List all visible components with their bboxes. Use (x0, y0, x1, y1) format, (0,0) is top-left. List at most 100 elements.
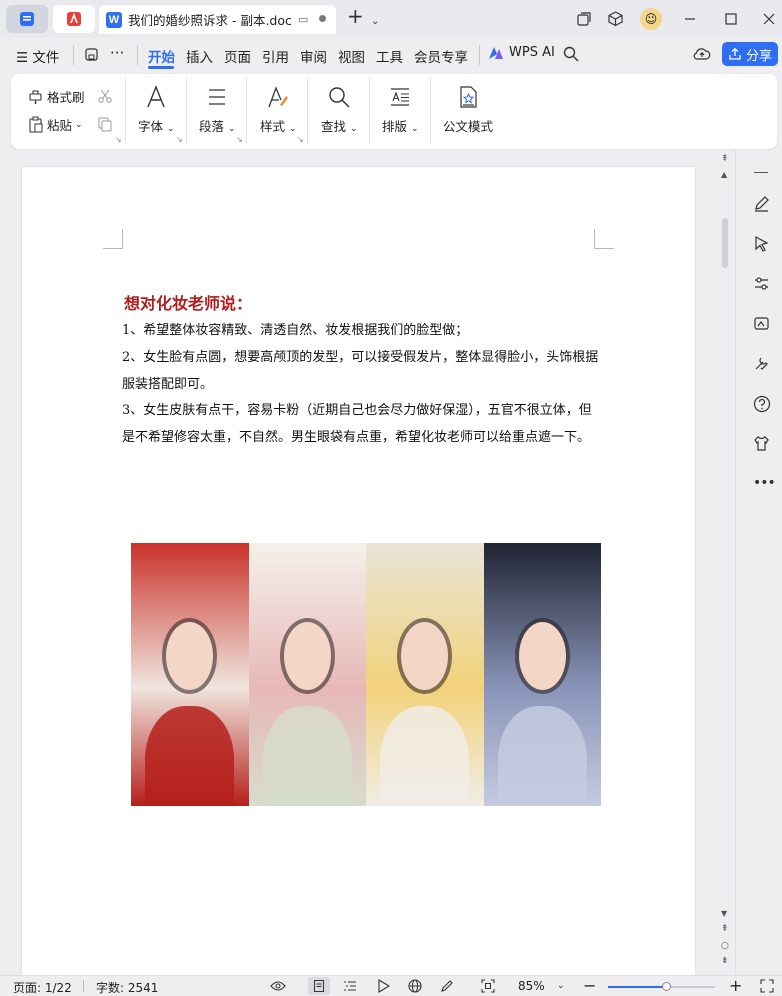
styles-dialog-icon[interactable]: ↘ (297, 135, 304, 144)
chevron-down-icon: ⌄ (289, 124, 297, 134)
cloud-upload-icon[interactable] (693, 45, 711, 63)
next-page-icon[interactable]: ⇟ (721, 956, 729, 966)
paste-label: 粘贴 (47, 118, 73, 133)
collapse-icon[interactable]: ⇞ (721, 154, 729, 164)
document-tab[interactable]: W 我们的婚纱照诉求 - 副本.doc ▭ (99, 5, 336, 34)
unsaved-dot-icon[interactable] (319, 15, 326, 22)
share-button[interactable]: 分享 (722, 42, 778, 66)
page-view-icon (314, 980, 324, 992)
styles-button[interactable]: 样式 ⌄ (260, 82, 297, 135)
zoom-slider-fill (608, 986, 667, 988)
vertical-scrollbar[interactable]: ⇞ ▲ ▼ ⇞ ○ ⇟ (717, 150, 735, 975)
avatar[interactable]: ☺ (640, 8, 662, 30)
pdf-app-button[interactable] (53, 5, 95, 33)
zoom-slider-thumb[interactable] (661, 982, 671, 991)
previous-page-icon[interactable]: ⇞ (721, 924, 729, 934)
pen-icon[interactable] (753, 195, 770, 212)
page-view-button[interactable] (308, 977, 330, 995)
layout-button[interactable]: 排版 ⌄ (382, 82, 419, 135)
zoom-level[interactable]: 85% (518, 979, 545, 993)
font-icon (147, 85, 165, 108)
rail-divider (754, 172, 768, 173)
fullscreen-icon[interactable] (760, 979, 774, 993)
tools-icon[interactable] (753, 355, 770, 372)
format-painter-button[interactable]: 格式刷 (28, 87, 85, 106)
restore-icon[interactable] (576, 11, 592, 27)
tab-home[interactable]: 开始 (148, 46, 175, 66)
paragraph-dialog-icon[interactable]: ↘ (236, 135, 243, 144)
wps-writer-icon: W (106, 11, 122, 28)
cube-icon[interactable] (607, 10, 624, 27)
pdf-icon (67, 12, 81, 26)
annotate-pen-icon[interactable] (440, 979, 454, 993)
more-tools-icon[interactable]: ••• (753, 475, 776, 491)
document-page[interactable]: 想对化妆老师说： 1、希望整体妆容精致、清透自然、妆发根据我们的脸型做； 2、女… (22, 167, 695, 975)
share-label: 分享 (745, 48, 772, 64)
more-icon[interactable]: ··· (110, 44, 124, 62)
photo-white-hat (248, 543, 366, 806)
wedding-photo-collage[interactable] (131, 543, 601, 806)
zoom-slider[interactable] (608, 982, 715, 991)
cut-icon[interactable] (97, 88, 113, 104)
select-cursor-icon[interactable] (753, 235, 770, 252)
menu-divider (73, 45, 74, 65)
font-button[interactable]: 字体 ⌄ (138, 82, 175, 135)
portrait-figure (518, 621, 566, 691)
wps-ai-button[interactable]: WPS AI (488, 45, 555, 60)
chevron-down-icon: ⌄ (411, 124, 419, 134)
eye-icon[interactable] (270, 980, 286, 992)
margin-marker (594, 229, 614, 249)
tab-page[interactable]: 页面 (224, 46, 251, 66)
font-dialog-icon[interactable]: ↘ (176, 135, 183, 144)
close-icon[interactable] (762, 12, 776, 26)
find-button[interactable]: 查找 ⌄ (321, 82, 358, 135)
page-count[interactable]: 页面: 1/22 (13, 979, 72, 996)
zoom-out-icon[interactable]: − (583, 976, 596, 995)
tab-review[interactable]: 审阅 (300, 46, 327, 66)
paragraph-button[interactable]: 段落 ⌄ (199, 82, 236, 135)
tab-member[interactable]: 会员专享 (414, 46, 468, 66)
scroll-down-icon[interactable]: ▼ (721, 909, 727, 918)
portrait-figure (401, 621, 449, 691)
menu-divider (137, 45, 138, 65)
copy-icon[interactable] (97, 116, 113, 132)
paste-button[interactable]: 粘贴 ⌄ (28, 115, 83, 134)
scroll-up-icon[interactable]: ▲ (721, 170, 727, 179)
ribbon-divider (125, 78, 126, 144)
zoom-in-icon[interactable]: + (729, 976, 742, 995)
chevron-down-icon[interactable]: ⌄ (371, 12, 379, 32)
search-icon[interactable] (563, 46, 579, 62)
home-button[interactable] (6, 5, 48, 33)
file-menu[interactable]: ☰ 文件 (16, 46, 59, 66)
save-icon[interactable] (84, 47, 99, 62)
select-browse-icon[interactable]: ○ (721, 941, 729, 951)
tab-view[interactable]: 视图 (338, 46, 365, 66)
help-icon[interactable] (753, 395, 771, 413)
image-edit-icon[interactable] (753, 315, 770, 332)
ribbon-divider (430, 78, 431, 144)
official-document-icon (460, 86, 477, 108)
fit-page-icon[interactable] (481, 979, 495, 993)
word-count[interactable]: 字数: 2541 (96, 979, 158, 996)
chevron-down-icon[interactable]: ⌄ (557, 981, 565, 991)
new-tab-icon[interactable]: + (347, 6, 364, 26)
outline-view-icon[interactable] (343, 980, 357, 992)
sliders-icon[interactable] (753, 275, 770, 292)
ribbon-divider (186, 78, 187, 144)
tab-tools[interactable]: 工具 (376, 46, 403, 66)
tab-references[interactable]: 引用 (262, 46, 289, 66)
shirt-icon[interactable] (753, 435, 770, 452)
web-view-icon[interactable] (408, 979, 422, 993)
scrollbar-thumb[interactable] (722, 218, 728, 268)
paragraph-icon (209, 89, 226, 105)
official-mode-button[interactable]: 公文模式 (443, 82, 493, 135)
play-icon[interactable] (377, 979, 390, 993)
chevron-down-icon: ⌄ (228, 124, 236, 134)
tab-insert[interactable]: 插入 (186, 46, 213, 66)
maximize-icon[interactable] (724, 12, 738, 26)
layout-icon (391, 88, 410, 106)
find-label: 查找 (321, 119, 347, 134)
minimize-icon[interactable] (683, 12, 697, 26)
clipboard-dialog-icon[interactable]: ↘ (115, 135, 122, 144)
paste-icon (29, 116, 43, 133)
